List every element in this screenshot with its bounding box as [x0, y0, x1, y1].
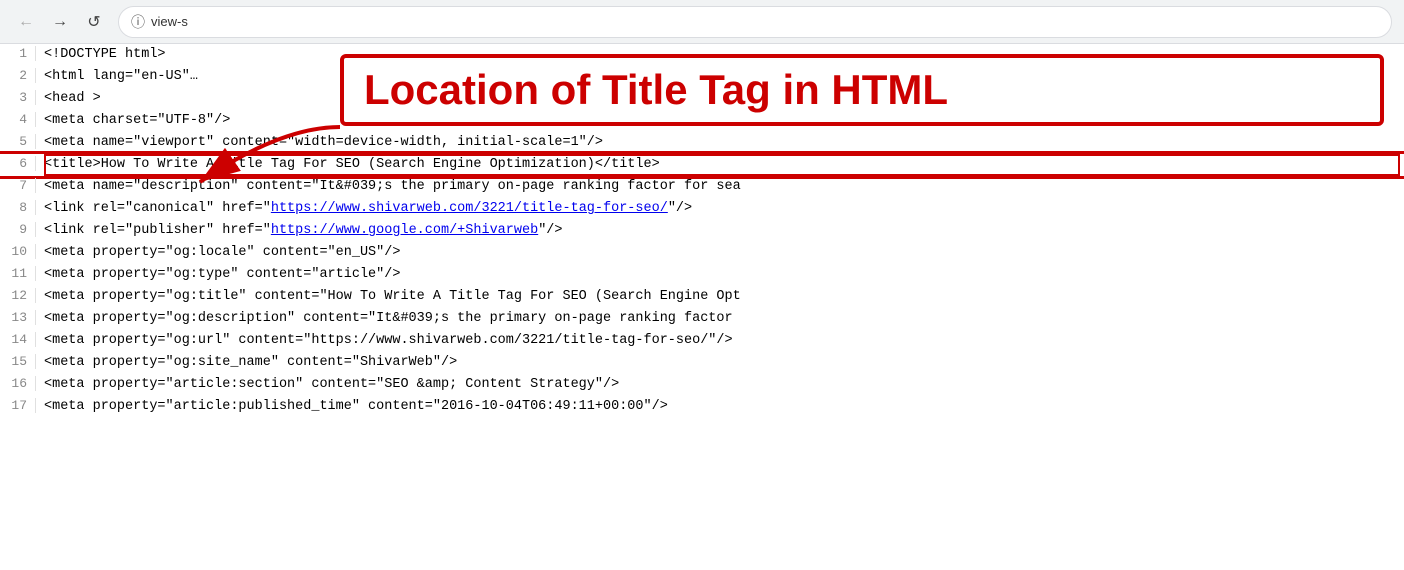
- line-content-12: <meta property="og:title" content="How T…: [44, 286, 741, 308]
- line-number-3: 3: [0, 90, 36, 105]
- line-content-14: <meta property="og:url" content="https:/…: [44, 330, 733, 352]
- address-bar[interactable]: ⓘ view-s: [118, 6, 1392, 38]
- code-link[interactable]: https://www.shivarweb.com/3221/title-tag…: [271, 201, 668, 216]
- code-line-16: 16 <meta property="article:section" conte…: [0, 374, 1404, 396]
- line-number-1: 1: [0, 46, 36, 61]
- code-line-5: 5 <meta name="viewport" content="width=de…: [0, 132, 1404, 154]
- code-link[interactable]: https://www.google.com/+Shivarweb: [271, 223, 538, 238]
- annotation-title: Location of Title Tag in HTML: [364, 66, 948, 113]
- line-number-5: 5: [0, 134, 36, 149]
- line-content-5: <meta name="viewport" content="width=dev…: [44, 132, 603, 154]
- code-view: 1 <!DOCTYPE html> 2 <html lang="en-US"… 3 <he…: [0, 44, 1404, 570]
- line-content-6: <title>How To Write A Title Tag For SEO …: [44, 154, 660, 176]
- line-content-15: <meta property="og:site_name" content="S…: [44, 352, 457, 374]
- code-line-10: 10 <meta property="og:locale" content="en…: [0, 242, 1404, 264]
- line-content-10: <meta property="og:locale" content="en_U…: [44, 242, 400, 264]
- line-number-15: 15: [0, 354, 36, 369]
- line-number-10: 10: [0, 244, 36, 259]
- line-content-2: <html lang="en-US"…: [44, 66, 198, 88]
- line-content-7: <meta name="description" content="It&#03…: [44, 176, 741, 198]
- line-content-17: <meta property="article:published_time" …: [44, 396, 668, 418]
- browser-toolbar: ← → ↺ ⓘ view-s: [0, 0, 1404, 44]
- line-number-12: 12: [0, 288, 36, 303]
- line-number-7: 7: [0, 178, 36, 193]
- line-content-11: <meta property="og:type" content="articl…: [44, 264, 400, 286]
- line-content-9: <link rel="publisher" href="https://www.…: [44, 220, 563, 242]
- line-content-13: <meta property="og:description" content=…: [44, 308, 733, 330]
- code-line-8: 8 <link rel="canonical" href="https://www…: [0, 198, 1404, 220]
- nav-buttons: ← → ↺: [12, 8, 108, 36]
- line-number-13: 13: [0, 310, 36, 325]
- line-content-16: <meta property="article:section" content…: [44, 374, 619, 396]
- code-line-11: 11 <meta property="og:type" content="arti…: [0, 264, 1404, 286]
- info-icon: ⓘ: [131, 12, 145, 32]
- line-number-2: 2: [0, 68, 36, 83]
- code-line-7: 7 <meta name="description" content="It&#0…: [0, 176, 1404, 198]
- line-number-4: 4: [0, 112, 36, 127]
- line-content-1: <!DOCTYPE html>: [44, 44, 166, 66]
- line-number-11: 11: [0, 266, 36, 281]
- line-number-9: 9: [0, 222, 36, 237]
- line-content-3: <head >: [44, 88, 101, 110]
- forward-button[interactable]: →: [46, 8, 74, 36]
- code-line-17: 17 <meta property="article:published_time…: [0, 396, 1404, 418]
- code-line-15: 15 <meta property="og:site_name" content=…: [0, 352, 1404, 374]
- back-button[interactable]: ←: [12, 8, 40, 36]
- code-line-12: 12 <meta property="og:title" content="How…: [0, 286, 1404, 308]
- annotation-box: Location of Title Tag in HTML: [340, 54, 1384, 126]
- line-number-17: 17: [0, 398, 36, 413]
- line-content-8: <link rel="canonical" href="https://www.…: [44, 198, 692, 220]
- line-number-16: 16: [0, 376, 36, 391]
- line-content-4: <meta charset="UTF-8"/>: [44, 110, 230, 132]
- line-number-14: 14: [0, 332, 36, 347]
- address-text: view-s: [151, 14, 188, 29]
- code-line-6: 6 <title>How To Write A Title Tag For SEO…: [0, 154, 1404, 176]
- code-line-9: 9 <link rel="publisher" href="https://www…: [0, 220, 1404, 242]
- code-line-13: 13 <meta property="og:description" conten…: [0, 308, 1404, 330]
- line-number-6: 6: [0, 156, 36, 171]
- reload-button[interactable]: ↺: [80, 8, 108, 36]
- code-line-14: 14 <meta property="og:url" content="https…: [0, 330, 1404, 352]
- line-number-8: 8: [0, 200, 36, 215]
